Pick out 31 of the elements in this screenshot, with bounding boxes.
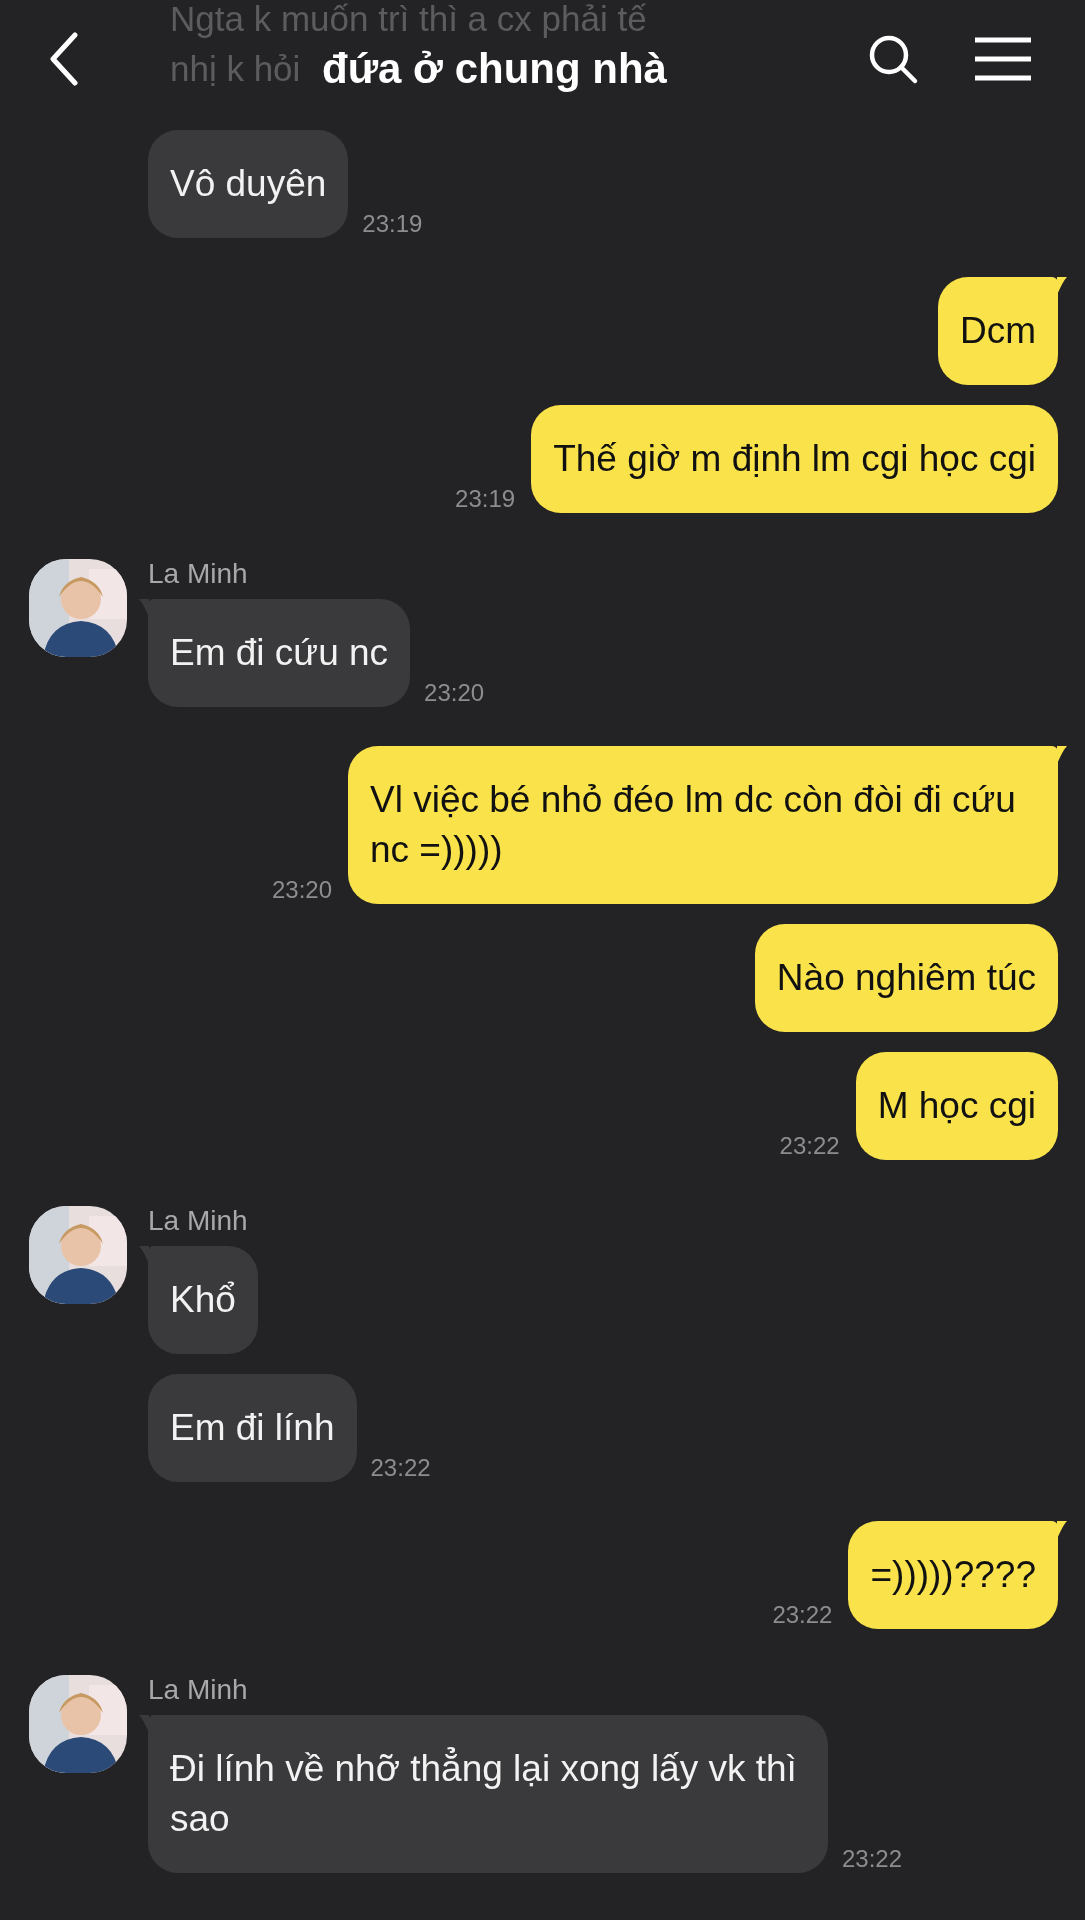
message-bubble: =)))))???? [848,1521,1058,1629]
message-time: 23:22 [779,1134,840,1160]
message-bubble: M học cgi [855,1052,1058,1160]
sender-name: La Minh [148,1204,249,1238]
message-time: 23:22 [370,1456,431,1482]
sender-name: La Minh [148,1673,249,1707]
menu-icon [973,36,1033,82]
message-bubble: Vô duyên [148,130,349,238]
sender-name: La Minh [148,557,249,591]
message-bubble: Đi lính về nhỡ thẳng lại xong lấy vk thì sao [148,1715,828,1873]
message-bubble: Dcm [937,277,1058,385]
message-time: 23:20 [424,681,485,707]
bubble-tail [1057,746,1067,764]
chat-title: đứa ở chung nhà [322,47,667,91]
message-bubble: Em đi lính [148,1374,357,1482]
search-icon [867,33,919,85]
message-time: 23:20 [271,878,332,904]
message-bubble: Em đi cứu nc [148,599,411,707]
back-icon [49,32,79,86]
message-time: 23:19 [455,487,516,513]
faded-message-text: nhị k hỏi [170,48,301,90]
message-bubble: Vl việc bé nhỏ đéo lm dc còn đòi đi cứu nc =))))) [348,746,1058,904]
message-time: 23:19 [362,212,423,238]
message-bubble: Khổ [148,1246,258,1354]
bubble-tail [1057,277,1067,295]
faded-message-text: Ngta k muốn trì thì a cx phải tế [170,0,647,40]
message-bubble: Nào nghiêm túc [754,924,1058,1032]
message-bubble: Thế giờ m định lm cgi học cgi [531,405,1058,513]
message-time: 23:22 [842,1847,903,1873]
message-time: 23:22 [772,1603,833,1629]
bubble-tail [1057,1521,1067,1539]
